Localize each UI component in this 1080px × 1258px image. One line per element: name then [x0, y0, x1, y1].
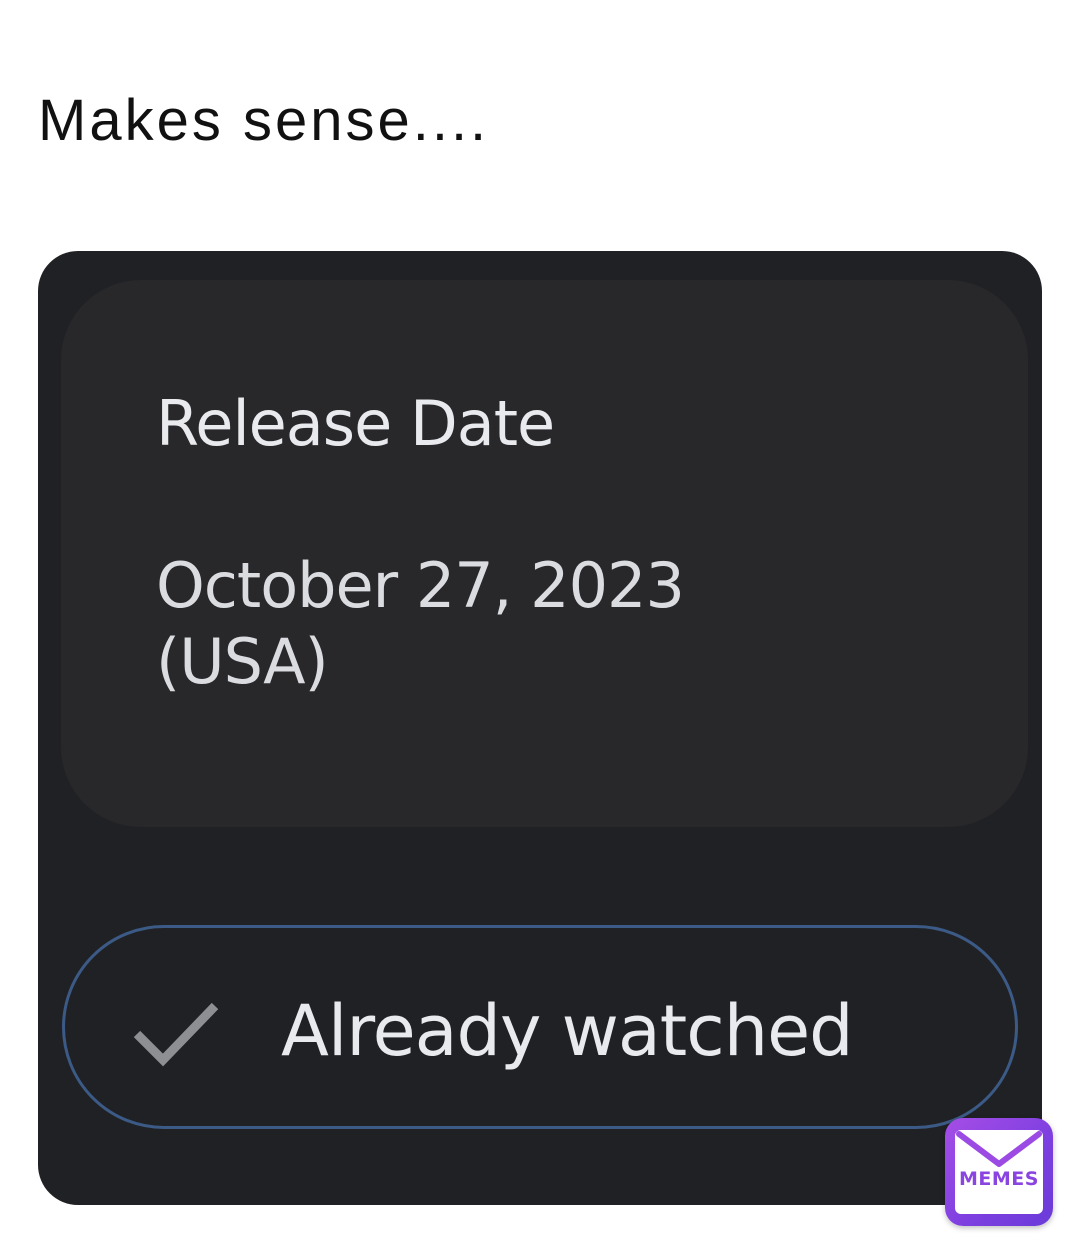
post-caption: Makes sense....	[38, 88, 490, 153]
already-watched-label: Already watched	[281, 990, 854, 1072]
screenshot-panel: Release Date October 27, 2023 (USA) Alre…	[38, 251, 1042, 1205]
already-watched-button[interactable]: Already watched	[62, 925, 1018, 1129]
memes-watermark-text: MEMES	[959, 1168, 1039, 1190]
release-date-card: Release Date October 27, 2023 (USA)	[61, 280, 1028, 827]
release-date-label: Release Date	[156, 387, 555, 460]
check-icon	[133, 1002, 219, 1067]
envelope-flap-icon	[956, 1131, 1042, 1167]
memes-watermark-badge: MEMES	[945, 1118, 1053, 1226]
release-date-value: October 27, 2023 (USA)	[156, 549, 685, 698]
